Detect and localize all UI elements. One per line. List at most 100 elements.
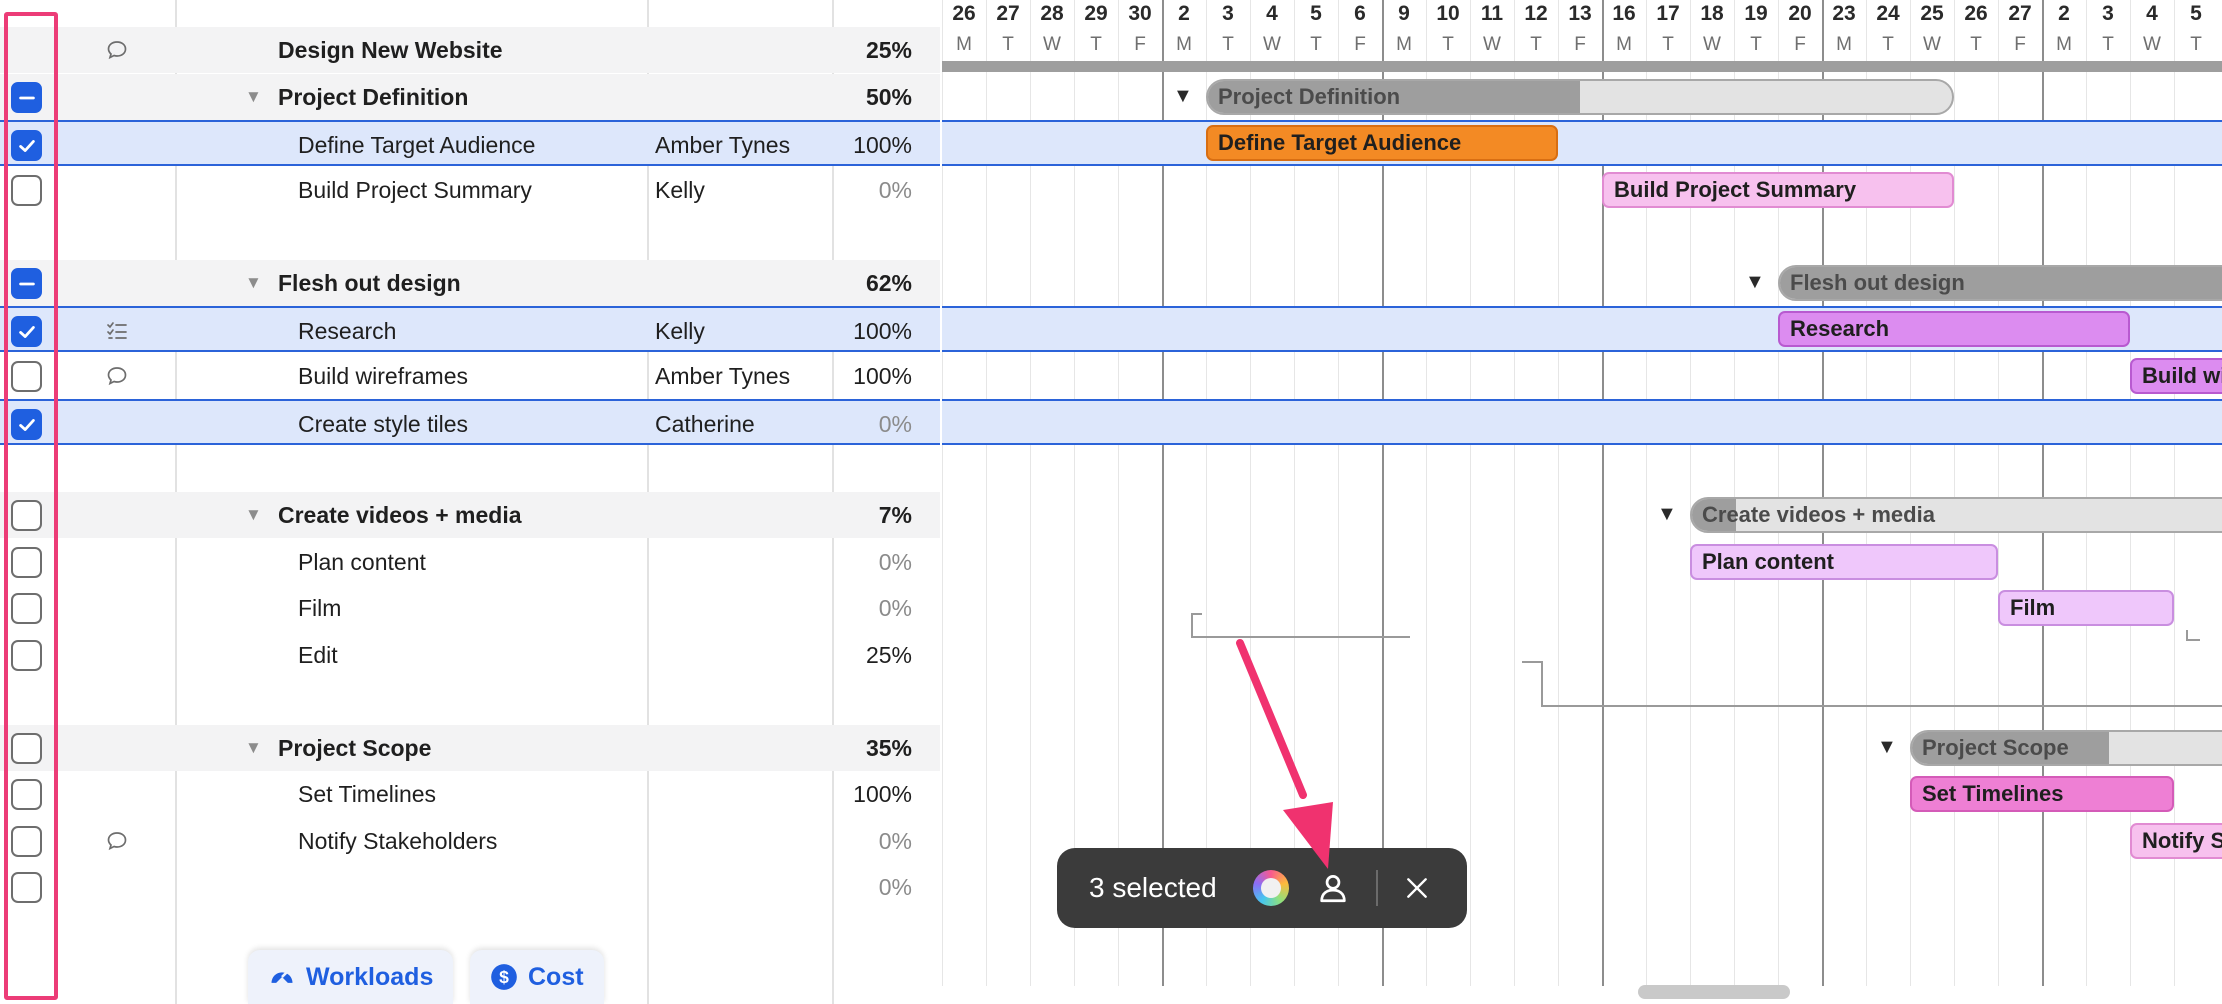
workloads-button[interactable]: Workloads xyxy=(248,950,454,1004)
task-name[interactable]: Design New Website xyxy=(278,37,503,64)
task-row[interactable]: Set Timelines 100% xyxy=(0,771,940,817)
day-number: 11 xyxy=(1480,2,1504,25)
assign-person-button[interactable] xyxy=(1313,868,1353,908)
task-row[interactable]: Research Kelly 100% xyxy=(0,306,940,352)
close-selection-button[interactable] xyxy=(1397,868,1437,908)
task-bar-plan-content[interactable]: Plan content xyxy=(1690,544,1998,580)
group-bar-flesh-out-design[interactable]: Flesh out design xyxy=(1778,265,2222,301)
comment-icon-button[interactable] xyxy=(103,36,131,64)
task-percent-complete[interactable]: 100% xyxy=(853,781,912,808)
task-assignee[interactable]: Amber Tynes xyxy=(655,132,790,159)
task-percent-complete[interactable]: 100% xyxy=(853,132,912,159)
task-name[interactable]: Build wireframes xyxy=(298,363,468,390)
day-letter: F xyxy=(1354,34,1366,55)
task-bar-film[interactable]: Film xyxy=(1998,590,2174,626)
group-bar-create-videos-media[interactable]: Create videos + media xyxy=(1690,497,2222,533)
task-name[interactable]: Define Target Audience xyxy=(298,132,535,159)
gantt-collapse-triangle-icon[interactable]: ▼ xyxy=(1745,271,1765,294)
task-percent-complete[interactable]: 0% xyxy=(879,177,912,204)
task-row[interactable]: Create style tiles Catherine 0% xyxy=(0,399,940,445)
task-name[interactable]: Flesh out design xyxy=(278,270,461,297)
checklist-icon-button[interactable] xyxy=(103,317,131,345)
collapse-triangle-icon[interactable]: ▼ xyxy=(245,87,262,107)
task-bar-research[interactable]: Research xyxy=(1778,311,2130,347)
group-row[interactable]: ▼ Flesh out design 62% xyxy=(0,260,940,306)
day-number: 2 xyxy=(1178,2,1190,25)
task-row[interactable]: Define Target Audience Amber Tynes 100% xyxy=(0,120,940,166)
bar-label: Define Target Audience xyxy=(1218,130,1462,155)
color-wheel-icon[interactable] xyxy=(1253,870,1289,906)
day-number: 28 xyxy=(1040,2,1064,25)
collapse-triangle-icon[interactable]: ▼ xyxy=(245,738,262,758)
day-letter: F xyxy=(1134,34,1146,55)
task-percent-complete[interactable]: 0% xyxy=(879,595,912,622)
day-number: 17 xyxy=(1656,2,1680,25)
collapse-triangle-icon[interactable]: ▼ xyxy=(245,273,262,293)
task-bar-build-project-summary[interactable]: Build Project Summary xyxy=(1602,172,1954,208)
task-row[interactable]: Build Project Summary Kelly 0% xyxy=(0,167,940,213)
day-letter: W xyxy=(1043,34,1061,55)
task-percent-complete[interactable]: 62% xyxy=(866,270,912,297)
task-row[interactable]: Build wireframes Amber Tynes 100% xyxy=(0,353,940,399)
collapse-triangle-icon[interactable]: ▼ xyxy=(245,505,262,525)
task-row[interactable]: Film 0% xyxy=(0,585,940,631)
task-name[interactable]: Create videos + media xyxy=(278,502,522,529)
gantt-collapse-triangle-icon[interactable]: ▼ xyxy=(1877,736,1897,759)
task-name[interactable]: Notify Stakeholders xyxy=(298,828,497,855)
task-name[interactable]: Research xyxy=(298,318,396,345)
group-row[interactable]: ▼ Create videos + media 7% xyxy=(0,492,940,538)
comment-icon-button[interactable] xyxy=(103,362,131,390)
task-name[interactable]: Build Project Summary xyxy=(298,177,532,204)
bar-label: Plan content xyxy=(1702,549,1835,574)
task-percent-complete[interactable]: 50% xyxy=(866,84,912,111)
task-assignee[interactable]: Amber Tynes xyxy=(655,363,790,390)
bar-label: Project Scope xyxy=(1922,735,2069,760)
gauge-icon xyxy=(271,971,293,983)
task-percent-complete[interactable]: 7% xyxy=(879,502,912,529)
task-row[interactable]: 0% xyxy=(0,864,940,910)
day-number: 5 xyxy=(1310,2,1322,25)
task-row[interactable]: Notify Stakeholders 0% xyxy=(0,818,940,864)
task-name[interactable]: Edit xyxy=(298,642,338,669)
gantt-collapse-triangle-icon[interactable]: ▼ xyxy=(1173,85,1193,108)
task-assignee[interactable]: Kelly xyxy=(655,177,705,204)
task-percent-complete[interactable]: 0% xyxy=(879,874,912,901)
day-number: 19 xyxy=(1744,2,1768,25)
group-bar-project-scope[interactable]: Project Scope xyxy=(1910,730,2222,766)
task-percent-complete[interactable]: 100% xyxy=(853,318,912,345)
task-percent-complete[interactable]: 25% xyxy=(866,642,912,669)
task-name[interactable]: Film xyxy=(298,595,341,622)
task-row[interactable]: Edit 25% xyxy=(0,632,940,678)
task-name[interactable]: Create style tiles xyxy=(298,411,468,438)
task-row[interactable]: Plan content 0% xyxy=(0,539,940,585)
task-bar-define-target-audience[interactable]: Define Target Audience xyxy=(1206,125,1558,161)
gantt-collapse-triangle-icon[interactable]: ▼ xyxy=(1657,503,1677,526)
group-row[interactable]: ▼ Project Definition 50% xyxy=(0,74,940,120)
task-assignee[interactable]: Kelly xyxy=(655,318,705,345)
task-percent-complete[interactable]: 25% xyxy=(866,37,912,64)
day-letter: T xyxy=(1882,34,1894,55)
task-bar-notify-stakeholders[interactable]: Notify Stakeholders xyxy=(2130,823,2222,859)
task-name[interactable]: Set Timelines xyxy=(298,781,436,808)
comment-icon-button[interactable] xyxy=(103,827,131,855)
task-assignee[interactable]: Catherine xyxy=(655,411,755,438)
cost-button[interactable]: $ Cost xyxy=(470,950,604,1004)
group-bar-project-definition[interactable]: Project Definition xyxy=(1206,79,1954,115)
group-row[interactable]: ▼ Project Scope 35% xyxy=(0,725,940,771)
task-bar-set-timelines[interactable]: Set Timelines xyxy=(1910,776,2174,812)
svg-text:$: $ xyxy=(499,967,509,987)
task-name[interactable]: Project Scope xyxy=(278,735,431,762)
task-bar-build-wireframes[interactable]: Build wireframes xyxy=(2130,358,2222,394)
task-name[interactable]: Plan content xyxy=(298,549,426,576)
task-percent-complete[interactable]: 0% xyxy=(879,828,912,855)
task-name[interactable]: Project Definition xyxy=(278,84,468,111)
day-letter: T xyxy=(1222,34,1234,55)
project-row[interactable]: Design New Website 25% xyxy=(0,27,940,73)
task-percent-complete[interactable]: 100% xyxy=(853,363,912,390)
day-number: 12 xyxy=(1524,2,1548,25)
task-percent-complete[interactable]: 35% xyxy=(866,735,912,762)
horizontal-scrollbar[interactable] xyxy=(1638,985,1790,999)
task-percent-complete[interactable]: 0% xyxy=(879,549,912,576)
day-number: 26 xyxy=(1964,2,1988,25)
task-percent-complete[interactable]: 0% xyxy=(879,411,912,438)
